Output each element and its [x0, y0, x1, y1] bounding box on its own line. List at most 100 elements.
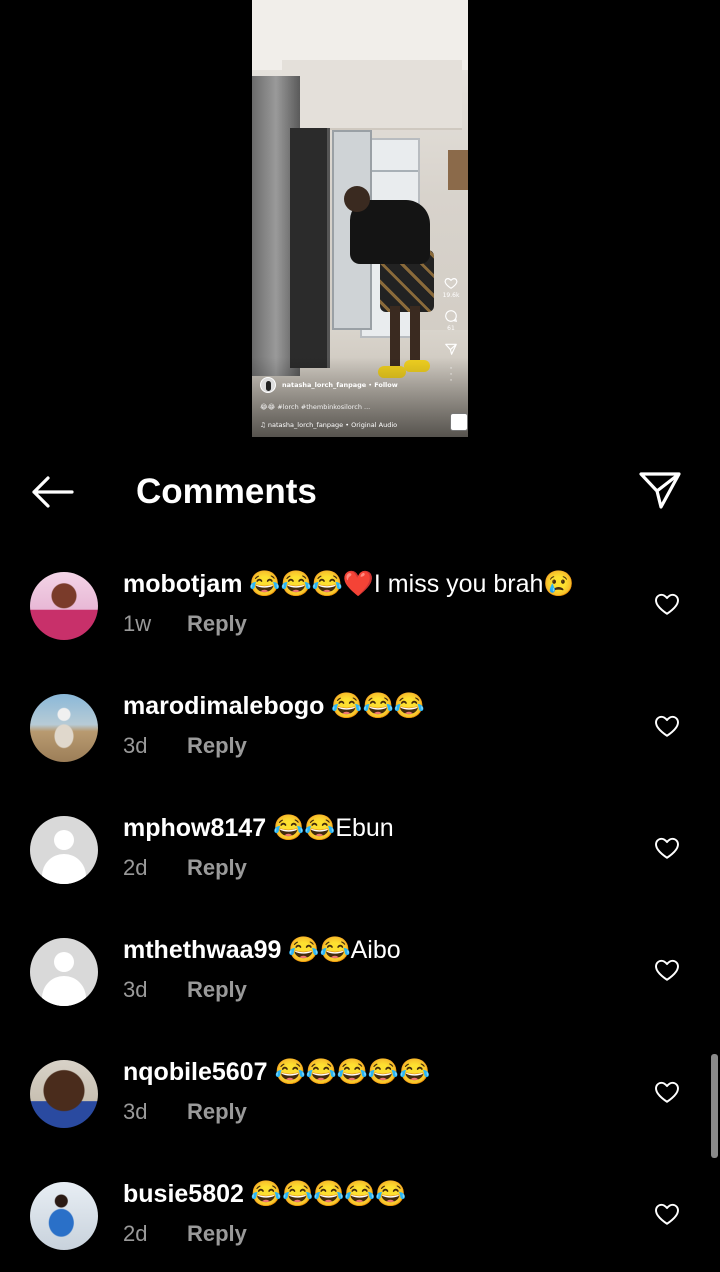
comment-body: mobotjam 😂😂😂❤️I miss you brah😢 1w Reply: [123, 568, 640, 638]
video-scene-person-head: [344, 186, 370, 212]
comment-like-button[interactable]: [652, 712, 682, 740]
comment-username[interactable]: mphow8147: [123, 814, 266, 842]
comment-line: marodimalebogo 😂😂😂: [123, 690, 640, 722]
scrollbar[interactable]: [711, 1054, 718, 1158]
comment-time: 2d: [123, 1221, 148, 1246]
comment-time: 3d: [123, 733, 148, 758]
comment-username[interactable]: mthethwaa99: [123, 936, 281, 964]
comment-line: mphow8147 😂😂Ebun: [123, 812, 640, 844]
reply-button[interactable]: Reply: [187, 854, 247, 882]
send-button[interactable]: [636, 468, 684, 512]
default-avatar-head: [54, 830, 74, 850]
reply-button[interactable]: Reply: [187, 1098, 247, 1126]
comment-like-button[interactable]: [652, 956, 682, 984]
video-follow-button[interactable]: Follow: [374, 381, 398, 389]
reply-button[interactable]: Reply: [187, 976, 247, 1004]
heart-icon: [655, 593, 679, 615]
comment-text: 😂😂😂😂😂: [250, 1180, 407, 1208]
comment-meta: 2d Reply: [123, 1220, 640, 1248]
heart-icon: [655, 1081, 679, 1103]
heart-icon: [655, 837, 679, 859]
comment-line: busie5802 😂😂😂😂😂: [123, 1178, 640, 1210]
comment-time: 3d: [123, 1099, 148, 1124]
video-scene-cabinet: [282, 60, 462, 130]
reply-button[interactable]: Reply: [187, 732, 247, 760]
comment-line: mobotjam 😂😂😂❤️I miss you brah😢: [123, 568, 640, 600]
comment-like-button[interactable]: [652, 1200, 682, 1228]
video-author-avatar[interactable]: [260, 377, 276, 393]
comment-meta: 1w Reply: [123, 610, 640, 638]
comment-body: nqobile5607 😂😂😂😂😂 3d Reply: [123, 1056, 640, 1126]
comment-line: nqobile5607 😂😂😂😂😂: [123, 1056, 640, 1088]
reel-video-preview[interactable]: 19.6k 61 · · · natasha_lorch_fanpage • Fol…: [252, 0, 468, 437]
comment-text: 😂😂Aibo: [288, 936, 401, 964]
comment-body: busie5802 😂😂😂😂😂 2d Reply: [123, 1178, 640, 1248]
comment-like-button[interactable]: [652, 590, 682, 618]
comment-body: mthethwaa99 😂😂Aibo 3d Reply: [123, 934, 640, 1004]
default-avatar-head: [54, 952, 74, 972]
comment-time: 2d: [123, 855, 148, 880]
video-audio-label: natasha_lorch_fanpage • Original Audio: [267, 421, 398, 429]
video-comment-button[interactable]: 61: [444, 309, 458, 332]
comment-item: mobotjam 😂😂😂❤️I miss you brah😢 1w Reply: [0, 550, 720, 672]
video-author-username[interactable]: natasha_lorch_fanpage: [282, 381, 366, 389]
video-scene-window: [448, 150, 468, 190]
arrow-left-icon: [32, 476, 74, 508]
audio-thumbnail[interactable]: [450, 413, 468, 431]
comment-item: marodimalebogo 😂😂😂 3d Reply: [0, 672, 720, 794]
music-note-icon: ♫: [260, 421, 266, 429]
comment-body: mphow8147 😂😂Ebun 2d Reply: [123, 812, 640, 882]
comment-username[interactable]: marodimalebogo: [123, 692, 324, 720]
video-meta: natasha_lorch_fanpage • Follow 😂😂 #lorch…: [260, 377, 468, 431]
video-like-button[interactable]: 19.6k: [442, 276, 460, 299]
video-author[interactable]: natasha_lorch_fanpage • Follow: [260, 377, 450, 393]
comment-line: mthethwaa99 😂😂Aibo: [123, 934, 640, 966]
share-icon: [445, 343, 457, 355]
comment-username[interactable]: nqobile5607: [123, 1058, 268, 1086]
comment-text: 😂😂😂😂😂: [274, 1058, 431, 1086]
comment-like-button[interactable]: [652, 834, 682, 862]
comment-item: nqobile5607 😂😂😂😂😂 3d Reply: [0, 1038, 720, 1160]
video-dot-separator: •: [366, 381, 375, 389]
back-button[interactable]: [28, 472, 76, 512]
video-scene-fridge: [290, 128, 330, 368]
heart-icon: [655, 959, 679, 981]
comment-item: busie5802 😂😂😂😂😂 2d Reply: [0, 1160, 720, 1272]
default-avatar-shoulders: [42, 976, 86, 1006]
comment-item: mphow8147 😂😂Ebun 2d Reply: [0, 794, 720, 916]
comments-list: mobotjam 😂😂😂❤️I miss you brah😢 1w Reply …: [0, 550, 720, 1272]
comment-item: mthethwaa99 😂😂Aibo 3d Reply: [0, 916, 720, 1038]
reply-button[interactable]: Reply: [187, 610, 247, 638]
page-title: Comments: [136, 472, 317, 511]
heart-icon: [655, 715, 679, 737]
comment-time: 3d: [123, 977, 148, 1002]
comment-like-button[interactable]: [652, 1078, 682, 1106]
comment-body: marodimalebogo 😂😂😂 3d Reply: [123, 690, 640, 760]
comment-text: 😂😂Ebun: [273, 814, 394, 842]
video-actions: 19.6k 61 · · ·: [440, 276, 462, 386]
avatar[interactable]: [30, 1182, 98, 1250]
comment-meta: 3d Reply: [123, 1098, 640, 1126]
avatar[interactable]: [30, 572, 98, 640]
video-audio[interactable]: ♫ natasha_lorch_fanpage • Original Audio: [260, 421, 450, 429]
video-caption[interactable]: 😂😂 #lorch #thembinkosilorch ...: [260, 403, 450, 411]
comments-header: Comments: [0, 458, 720, 526]
comment-meta: 2d Reply: [123, 854, 640, 882]
comment-username[interactable]: busie5802: [123, 1180, 244, 1208]
comment-icon: [445, 310, 458, 323]
comment-meta: 3d Reply: [123, 732, 640, 760]
comment-time: 1w: [123, 611, 152, 636]
video-share-button[interactable]: [444, 342, 458, 356]
heart-icon: [444, 278, 458, 289]
avatar[interactable]: [30, 816, 98, 884]
comment-text: 😂😂😂❤️I miss you brah😢: [249, 570, 575, 598]
heart-icon: [655, 1203, 679, 1225]
comment-username[interactable]: mobotjam: [123, 570, 242, 598]
reply-button[interactable]: Reply: [187, 1220, 247, 1248]
avatar[interactable]: [30, 938, 98, 1006]
video-comment-count: 61: [447, 325, 455, 332]
default-avatar-shoulders: [42, 854, 86, 884]
video-like-count: 19.6k: [442, 292, 460, 299]
avatar[interactable]: [30, 694, 98, 762]
avatar[interactable]: [30, 1060, 98, 1128]
